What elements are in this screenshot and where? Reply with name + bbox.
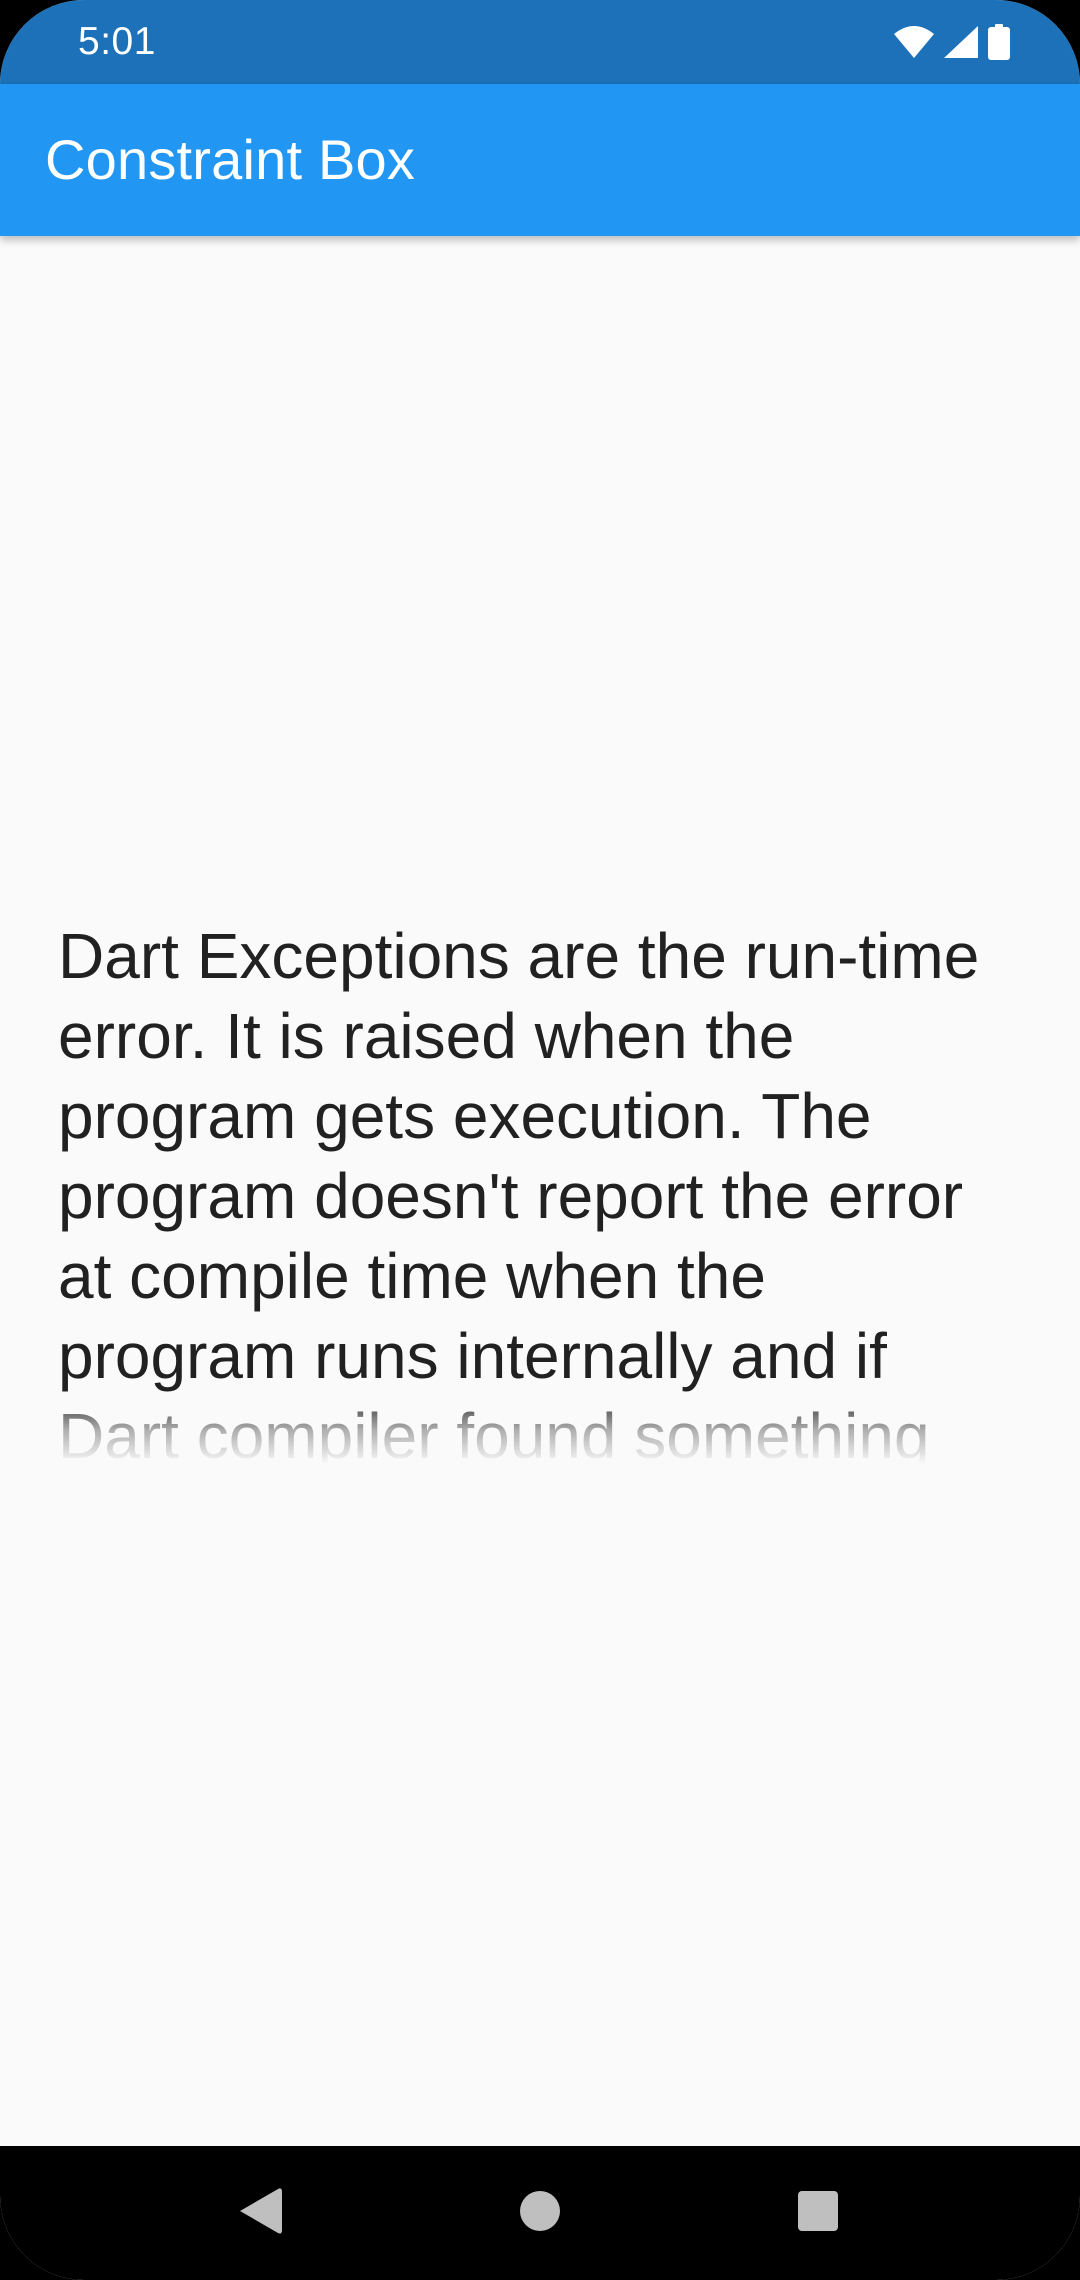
status-time: 5:01 (78, 20, 156, 63)
home-button[interactable] (470, 2146, 610, 2280)
home-icon (519, 2190, 561, 2237)
phone-screen: 5:01 Constraint Box Dart Exceptions are … (0, 0, 1080, 2280)
recents-icon (798, 2190, 838, 2236)
status-bar: 5:01 (0, 0, 1080, 84)
wifi-icon (894, 26, 934, 58)
constraint-box: Dart Exceptions are the run-time error. … (58, 916, 1018, 1464)
back-button[interactable] (190, 2146, 330, 2280)
navigation-bar (0, 2146, 1080, 2280)
recents-button[interactable] (748, 2146, 888, 2280)
main-content: Dart Exceptions are the run-time error. … (0, 236, 1080, 2146)
battery-icon (988, 24, 1010, 60)
body-text: Dart Exceptions are the run-time error. … (58, 920, 980, 1464)
page-title: Constraint Box (45, 128, 416, 191)
back-icon (238, 2187, 282, 2240)
app-bar: Constraint Box (0, 84, 1080, 236)
cellular-signal-icon (944, 26, 978, 58)
status-icons (894, 22, 1010, 62)
